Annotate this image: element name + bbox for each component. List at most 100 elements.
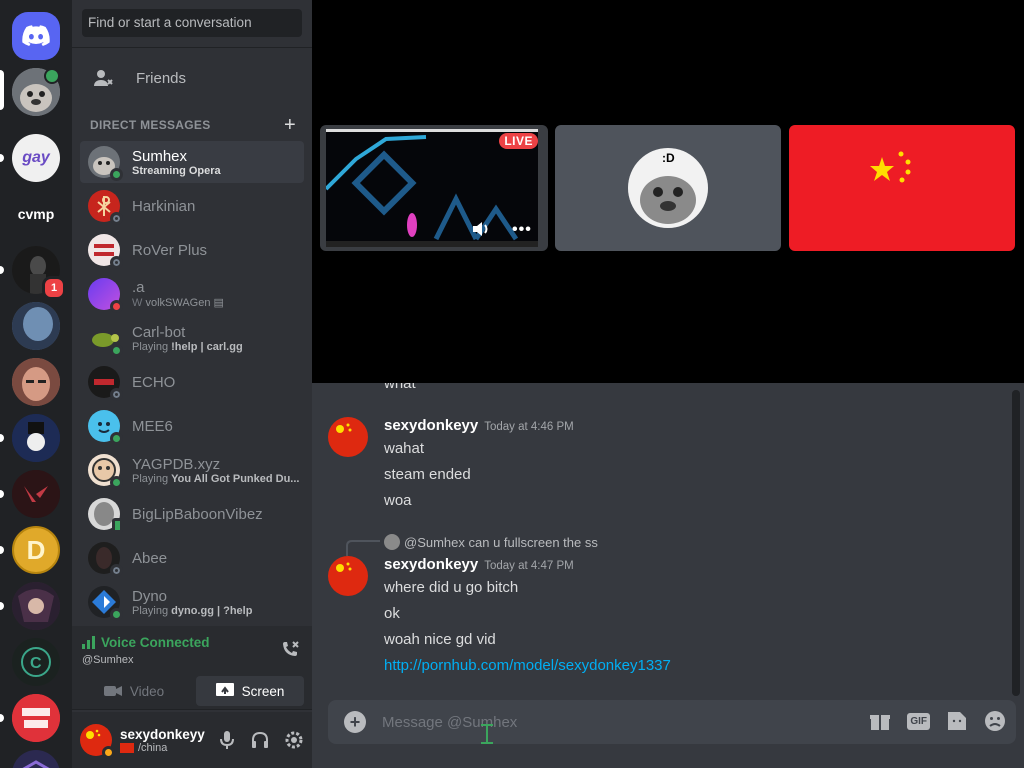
author-name: sexydonkeyy — [384, 417, 479, 434]
dm-activity: volkSWAGen — [145, 297, 211, 309]
search-input[interactable]: Find or start a conversation — [82, 9, 302, 37]
speaker-icon — [473, 222, 488, 236]
dm-item-abee[interactable]: Abee — [80, 537, 304, 579]
message-text: steam ended — [384, 466, 471, 483]
message-text: what — [384, 383, 416, 392]
message-composer[interactable]: + Message @Sumhex GIF — [328, 700, 1016, 744]
dm-item-carl-bot[interactable]: Carl-bot Playing !help | carl.gg — [80, 317, 304, 359]
more-options-icon[interactable]: ••• — [512, 221, 532, 239]
dm-activity: You All Got Punked Du... — [171, 472, 300, 485]
dm-name: Carl-bot — [132, 323, 186, 341]
gift-icon[interactable] — [869, 710, 891, 732]
server-valorant[interactable] — [12, 470, 60, 518]
scrollbar-thumb[interactable] — [1012, 390, 1020, 696]
server-ggy-lrt[interactable]: gay — [12, 134, 60, 182]
monopoly-icon — [12, 414, 60, 462]
offline-status-icon — [110, 212, 123, 225]
live-badge: LIVE — [499, 133, 538, 149]
server-monopoly[interactable] — [12, 414, 60, 462]
settings-gear-icon[interactable] — [284, 730, 304, 750]
dm-name: Abee — [132, 549, 168, 567]
direct-messages-label: DIRECT MESSAGES — [90, 118, 211, 132]
participant-tile-sexydonkeyy[interactable] — [789, 125, 1015, 251]
dm-name: YAGPDB.xyz — [132, 455, 221, 473]
friends-button[interactable]: Friends — [80, 60, 304, 96]
message-avatar[interactable] — [328, 417, 368, 457]
dm-name: BigLipBaboonVibez — [132, 505, 263, 523]
video-button[interactable]: Video — [80, 676, 188, 706]
headphones-icon[interactable] — [250, 730, 270, 750]
divider — [72, 47, 312, 48]
server-cvmp[interactable]: cvmp — [12, 190, 60, 238]
discord-logo-icon — [22, 25, 50, 46]
dm-activity: !help | carl.gg — [171, 340, 243, 353]
vw-icon: W — [132, 297, 146, 309]
dm-item-echo[interactable]: ECHO — [80, 361, 304, 403]
avatar — [88, 498, 123, 533]
chat-scrollbar[interactable] — [1012, 390, 1020, 696]
home-button[interactable] — [12, 12, 60, 60]
direct-messages-header: DIRECT MESSAGES + — [90, 115, 296, 135]
stream-tile[interactable]: LIVE ••• — [320, 125, 548, 251]
online-status-icon — [110, 344, 123, 357]
server-anime[interactable] — [12, 582, 60, 630]
dm-item-sumhex[interactable]: Sumhex Streaming Opera — [80, 141, 304, 183]
typing-cursor-icon — [480, 724, 494, 746]
user-avatar[interactable] — [80, 724, 115, 759]
message-input[interactable]: Message @Sumhex — [382, 714, 517, 731]
voice-panel: Voice Connected @Sumhex Video Screen — [72, 626, 312, 710]
create-dm-plus-icon[interactable]: + — [284, 115, 296, 135]
mobile-status-icon — [112, 518, 123, 533]
screen-share-button[interactable]: Screen — [196, 676, 304, 706]
online-status-icon — [110, 432, 123, 445]
dog-avatar-icon: :D — [628, 148, 708, 228]
message-text: where did u go bitch — [384, 579, 519, 596]
unread-indicator — [0, 434, 4, 442]
message-author[interactable]: sexydonkeyy Today at 4:46 PM — [384, 417, 574, 434]
upload-plus-icon[interactable]: + — [344, 711, 366, 733]
activity-prefix: Playing — [132, 340, 172, 353]
dm-item-dyno[interactable]: Dyno Playing dyno.gg | ?help — [80, 581, 304, 623]
server-partial[interactable] — [12, 750, 60, 768]
dm-item-biglipbaboonvibez[interactable]: BigLipBaboonVibez — [80, 493, 304, 535]
phone-disconnect-icon — [283, 641, 299, 656]
dm-item-dot-a[interactable]: .a W volkSWAGen ▤ — [80, 273, 304, 315]
gif-button[interactable]: GIF — [907, 712, 930, 730]
reply-avatar — [384, 534, 400, 550]
server-nft-lab[interactable] — [12, 694, 60, 742]
dm-item-rover-plus[interactable]: RoVer Plus — [80, 229, 304, 271]
dnd-status-icon — [110, 300, 123, 313]
server-megamind[interactable] — [12, 302, 60, 350]
svg-text:C: C — [30, 655, 42, 672]
dm-item-mee6[interactable]: MEE6 — [80, 405, 304, 447]
sticker-icon[interactable] — [946, 710, 968, 732]
server-face[interactable] — [12, 358, 60, 406]
avatar — [88, 454, 123, 489]
emoji-icon[interactable] — [984, 710, 1006, 732]
message-text: woah nice gd vid — [384, 631, 496, 648]
server-d[interactable]: D — [12, 526, 60, 574]
participant-tile-sumhex[interactable]: :D — [555, 125, 781, 251]
message-avatar[interactable] — [328, 556, 368, 596]
message-link[interactable]: http://pornhub.com/model/sexydonkey1337 — [384, 657, 671, 674]
dm-item-yagpdb[interactable]: YAGPDB.xyz Playing You All Got Punked Du.… — [80, 449, 304, 491]
voice-status[interactable]: Voice Connected — [82, 635, 210, 650]
china-flag-stars-icon — [870, 151, 911, 183]
character-icon — [12, 302, 60, 350]
reply-reference[interactable]: @Sumhex can u fullscreen the ss — [384, 534, 598, 550]
streaming-badge-icon — [44, 68, 60, 84]
dm-item-harkinian[interactable]: Harkinian — [80, 185, 304, 227]
mute-microphone-icon[interactable] — [218, 730, 236, 750]
user-panel: sexydonkeyy /china — [72, 712, 312, 768]
activity-prefix: Playing — [132, 604, 172, 617]
china-flag-icon — [336, 562, 352, 572]
volume-icon[interactable] — [472, 221, 490, 240]
disconnect-button[interactable] — [280, 639, 300, 659]
avatar — [88, 146, 123, 181]
dm-sidebar: Find or start a conversation Friends DIR… — [72, 0, 312, 768]
valorant-icon — [12, 470, 60, 518]
server-c[interactable]: C — [12, 638, 60, 686]
signal-bars-icon — [82, 636, 95, 649]
chevron-logo-icon — [22, 760, 50, 768]
message-author[interactable]: sexydonkeyy Today at 4:47 PM — [384, 556, 574, 573]
